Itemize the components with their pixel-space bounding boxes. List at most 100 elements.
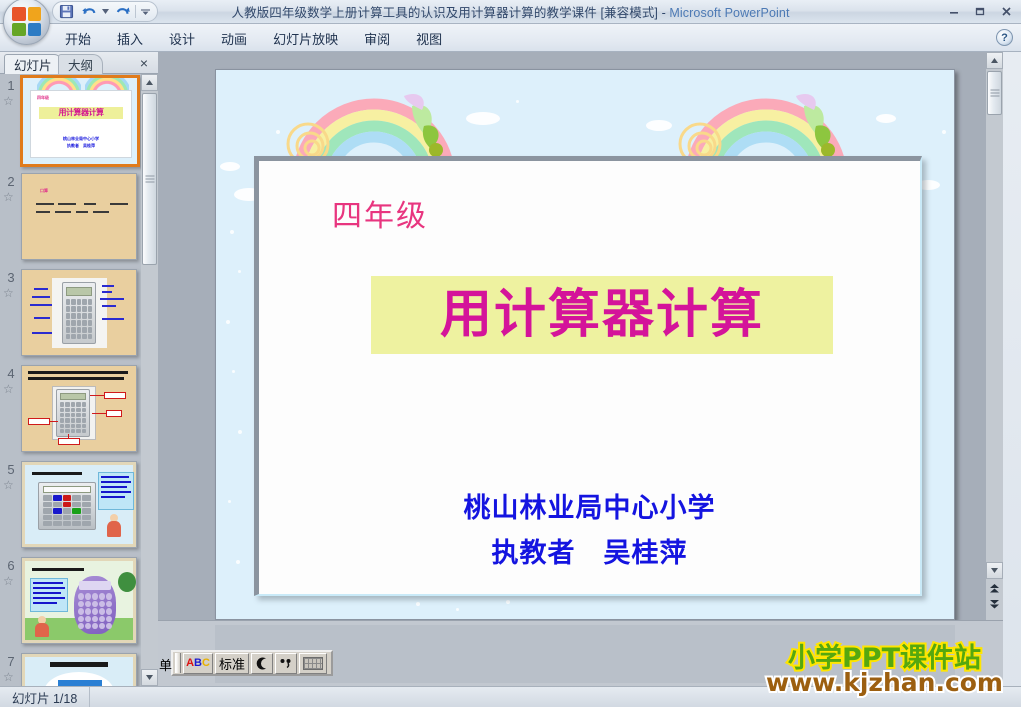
document-title: 人教版四年级数学上册计算工具的认识及用计算器计算的教学课件 [兼容模式] — [231, 6, 658, 20]
redo-icon[interactable] — [113, 3, 132, 21]
status-bar: 幻灯片 1/18 — [0, 686, 1021, 707]
scroll-up-icon[interactable] — [141, 74, 158, 91]
list-item[interactable]: 7 ☆ — [0, 653, 141, 686]
tab-design[interactable]: 设计 — [156, 24, 208, 52]
animation-star-icon: ☆ — [3, 478, 14, 492]
slide-counter: 幻灯片 1/18 — [0, 687, 91, 707]
tab-slideshow[interactable]: 幻灯片放映 — [260, 24, 351, 52]
thumbnail-list[interactable]: 1 ☆ 四年级 用计算器计算 桃山林业局中心小学 执教者 吴桂萍 2 ☆ 口算 … — [0, 74, 141, 686]
title-separator: - — [658, 6, 670, 20]
scroll-down-icon[interactable] — [141, 669, 158, 686]
thumbnail-number: 7 — [7, 654, 15, 669]
qat-separator — [135, 5, 136, 18]
scroll-down-icon[interactable] — [986, 562, 1003, 579]
thumbnail-number: 1 — [7, 78, 15, 93]
tab-slides[interactable]: 幻灯片 — [4, 54, 62, 74]
list-item[interactable]: 3 ☆ — [0, 269, 141, 365]
slide-title-text: 用计算器计算 — [439, 284, 764, 345]
list-item[interactable]: 1 ☆ 四年级 用计算器计算 桃山林业局中心小学 执教者 吴桂萍 — [0, 75, 141, 173]
thumbnail-slide-5[interactable] — [21, 461, 137, 548]
thumbnail-teacher: 执教者 吴桂萍 — [67, 143, 95, 148]
list-item[interactable]: 6 ☆ — [0, 557, 141, 653]
keyboard-icon — [303, 656, 324, 670]
previous-slide-icon[interactable] — [986, 580, 1003, 597]
thumbnail-canvas: 口算 — [22, 174, 136, 259]
animation-star-icon: ☆ — [3, 670, 14, 684]
close-panel-icon[interactable]: × — [136, 55, 152, 71]
thumbnail-canvas — [22, 366, 136, 451]
scrollbar-thumb[interactable] — [142, 93, 157, 265]
ime-input-method-button[interactable]: ABC — [183, 652, 213, 674]
abc-icon: ABC — [186, 656, 210, 669]
thumbnail-title: 用计算器计算 — [39, 107, 123, 119]
tab-home[interactable]: 开始 — [52, 24, 104, 52]
app-name: Microsoft PowerPoint — [669, 6, 790, 20]
teacher-name: 执教者 吴桂萍 — [491, 538, 688, 569]
tab-review[interactable]: 审阅 — [351, 24, 403, 52]
ime-toolbar[interactable]: 单 ABC 标准 — [159, 650, 334, 676]
animation-star-icon: ☆ — [3, 286, 14, 300]
next-slide-icon[interactable] — [986, 596, 1003, 613]
thumbnail-school: 桃山林业局中心小学 — [63, 136, 99, 141]
list-item[interactable]: 4 ☆ — [0, 365, 141, 461]
ime-style-button[interactable]: 标准 — [215, 652, 250, 674]
slide-content-card[interactable]: 四年级 用计算器计算 桃山林业局中心小学 执教者 吴桂萍 — [254, 156, 922, 596]
tab-insert[interactable]: 插入 — [104, 24, 156, 52]
thumbnail-canvas: 四年级 用计算器计算 桃山林业局中心小学 执教者 吴桂萍 — [23, 78, 137, 164]
thumbnail-slide-1[interactable]: 四年级 用计算器计算 桃山林业局中心小学 执教者 吴桂萍 — [20, 75, 140, 167]
current-slide[interactable]: 四年级 用计算器计算 桃山林业局中心小学 执教者 吴桂萍 — [215, 69, 955, 620]
tab-animations[interactable]: 动画 — [208, 24, 260, 52]
close-icon[interactable] — [995, 1, 1017, 21]
customize-qat-icon[interactable] — [139, 3, 151, 21]
ime-shape-button[interactable] — [251, 652, 274, 674]
list-item[interactable]: 5 ☆ — [0, 461, 141, 557]
scrollbar-thumb[interactable] — [987, 71, 1002, 115]
thumbnail-number: 2 — [7, 174, 15, 189]
minimize-icon[interactable] — [943, 1, 965, 21]
thumbnail-slide-6[interactable] — [21, 557, 137, 644]
thumbnail-number: 6 — [7, 558, 15, 573]
slide-grade-label: 四年级 — [332, 199, 428, 234]
list-item[interactable]: 2 ☆ 口算 — [0, 173, 141, 269]
quick-access-toolbar — [52, 1, 158, 22]
undo-dropdown-icon[interactable] — [101, 3, 110, 21]
thumbnail-number: 4 — [7, 366, 15, 381]
office-button[interactable] — [3, 0, 50, 45]
ime-soft-keyboard-button[interactable] — [299, 652, 328, 674]
ime-drag-handle[interactable] — [175, 653, 181, 673]
animation-star-icon: ☆ — [3, 94, 14, 108]
thumbnail-slide-7[interactable] — [21, 653, 137, 686]
slide-editor-area: 四年级 用计算器计算 桃山林业局中心小学 执教者 吴桂萍 — [158, 52, 1003, 686]
school-name: 桃山林业局中心小学 — [463, 493, 716, 524]
powerpoint-window: 人教版四年级数学上册计算工具的认识及用计算器计算的教学课件 [兼容模式] - M… — [0, 0, 1021, 707]
tab-outline[interactable]: 大纲 — [58, 54, 104, 74]
thumbnail-canvas — [22, 558, 136, 643]
tab-view[interactable]: 视图 — [403, 24, 455, 52]
restore-icon[interactable] — [969, 1, 991, 21]
slide-footer-text[interactable]: 桃山林业局中心小学 执教者 吴桂萍 — [259, 486, 920, 570]
thumbnail-scrollbar[interactable] — [141, 74, 158, 686]
slide-scrollbar[interactable] — [986, 52, 1003, 686]
thumbnail-number: 5 — [7, 462, 15, 477]
ime-punctuation-button[interactable] — [275, 652, 298, 674]
thumbnail-canvas — [22, 462, 136, 547]
undo-icon[interactable] — [79, 3, 98, 21]
ribbon-tabs: 开始 插入 设计 动画 幻灯片放映 审阅 视图 — [52, 24, 455, 52]
slides-panel: 幻灯片 大纲 × 1 ☆ 四年级 用计算器计算 桃山林业局中心小学 执教者 吴桂… — [0, 52, 158, 686]
thumbnail-slide-4[interactable] — [21, 365, 137, 452]
ribbon-tab-bar: 开始 插入 设计 动画 幻灯片放映 审阅 视图 ? — [0, 24, 1021, 52]
animation-star-icon: ☆ — [3, 382, 14, 396]
ime-mode-label: 单 — [159, 658, 173, 673]
thumbnail-canvas — [22, 270, 136, 355]
save-icon[interactable] — [57, 3, 76, 21]
slide-title-box[interactable]: 用计算器计算 — [371, 276, 833, 354]
animation-star-icon: ☆ — [3, 190, 14, 204]
help-icon[interactable]: ? — [996, 29, 1013, 46]
thumbnail-number: 3 — [7, 270, 15, 285]
office-logo-icon — [12, 7, 41, 36]
thumbnail-slide-2[interactable]: 口算 — [21, 173, 137, 260]
slides-panel-tabs: 幻灯片 大纲 × — [0, 52, 158, 74]
window-controls — [943, 1, 1017, 21]
thumbnail-slide-3[interactable] — [21, 269, 137, 356]
scroll-up-icon[interactable] — [986, 52, 1003, 69]
